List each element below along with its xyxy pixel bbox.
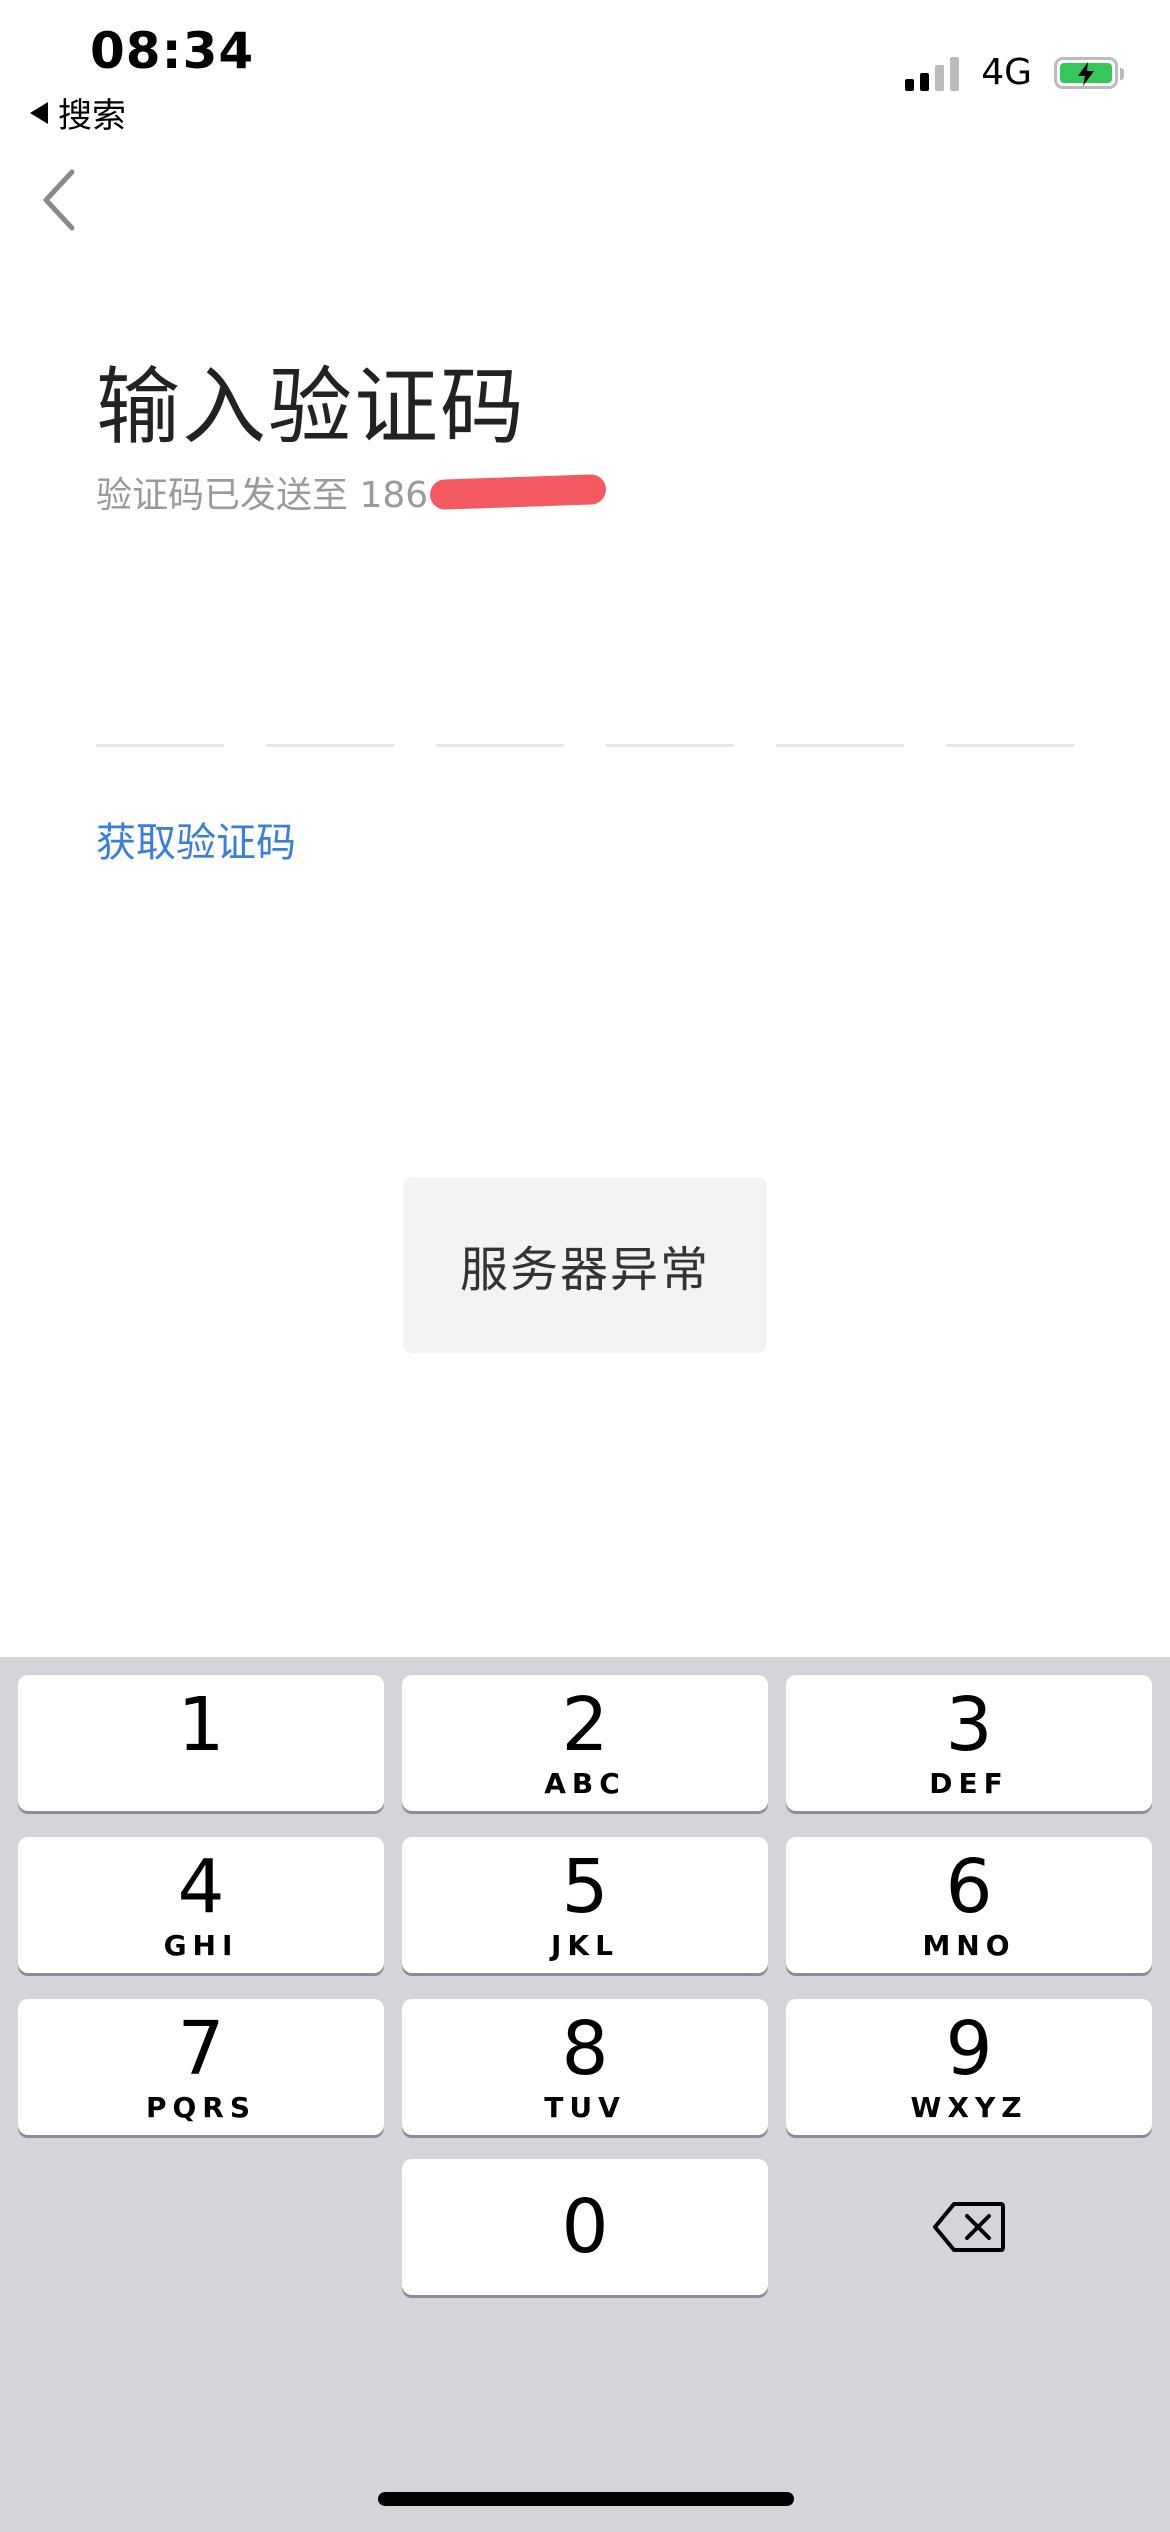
code-input[interactable] [96, 700, 1074, 747]
backspace-icon [933, 2202, 1005, 2252]
sent-to-subtitle: 验证码已发送至 186 [96, 466, 607, 518]
code-digit-2[interactable] [266, 700, 394, 747]
network-type: 4G [981, 52, 1032, 93]
phone-redaction-mark [429, 473, 607, 511]
key-5[interactable]: 5 JKL [402, 1837, 768, 1973]
code-digit-6[interactable] [946, 700, 1074, 747]
numeric-keypad: 1 2 ABC 3 DEF 4 GHI 5 JKL 6 MNO 7 PQRS 8 [0, 1657, 1170, 2532]
key-8[interactable]: 8 TUV [402, 1999, 768, 2135]
status-indicators: 4G [905, 52, 1124, 93]
code-digit-1[interactable] [96, 700, 224, 747]
status-time: 08:34 [90, 22, 255, 80]
key-6[interactable]: 6 MNO [786, 1837, 1152, 1973]
key-0[interactable]: 0 [402, 2159, 768, 2295]
error-toast: 服务器异常 [403, 1177, 767, 1353]
key-1[interactable]: 1 [18, 1675, 384, 1811]
key-2[interactable]: 2 ABC [402, 1675, 768, 1811]
battery-charging-icon [1054, 56, 1124, 89]
sent-to-text: 验证码已发送至 186 [96, 475, 429, 516]
key-3[interactable]: 3 DEF [786, 1675, 1152, 1811]
back-triangle-icon [30, 101, 48, 124]
code-digit-5[interactable] [776, 700, 904, 747]
verification-screen: 08:34 搜索 4G 输入验证码 验证码已发送至 186 获取验证码 服务器异… [0, 0, 1170, 2532]
status-back-label: 搜索 [58, 96, 126, 136]
page-title: 输入验证码 [96, 358, 527, 456]
back-button[interactable] [36, 160, 96, 240]
toast-message: 服务器异常 [459, 1242, 710, 1298]
key-9[interactable]: 9 WXYZ [786, 1999, 1152, 2135]
code-digit-4[interactable] [606, 700, 734, 747]
home-indicator[interactable] [378, 2492, 794, 2506]
status-back-to-app[interactable]: 搜索 [30, 88, 126, 137]
chevron-left-icon [43, 169, 75, 231]
key-7[interactable]: 7 PQRS [18, 1999, 384, 2135]
key-4[interactable]: 4 GHI [18, 1837, 384, 1973]
delete-key[interactable] [786, 2159, 1152, 2295]
cellular-signal-icon [905, 55, 960, 91]
code-digit-3[interactable] [436, 700, 564, 747]
get-code-link[interactable]: 获取验证码 [96, 810, 296, 868]
